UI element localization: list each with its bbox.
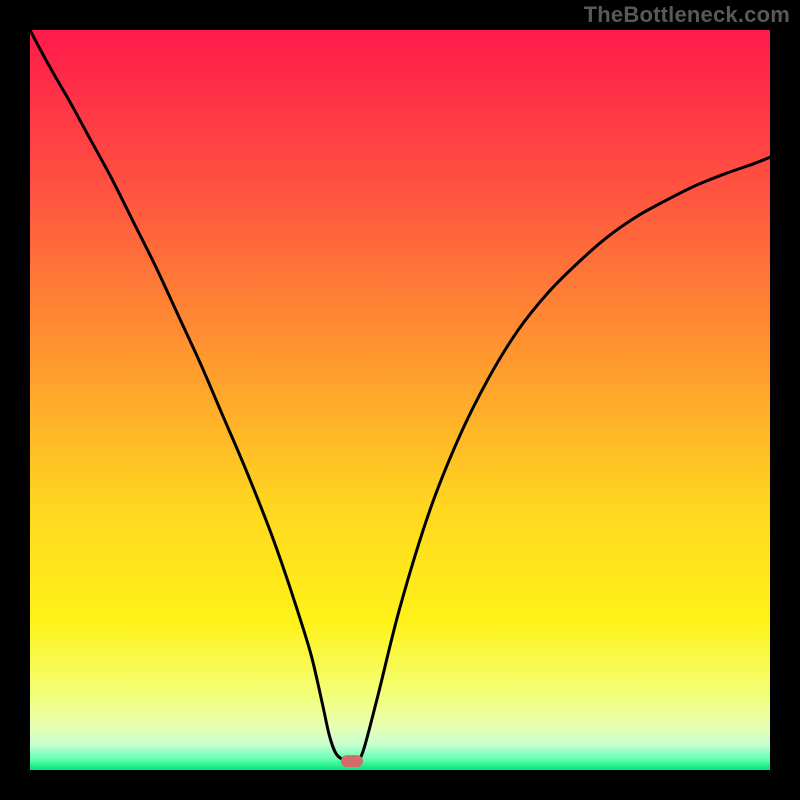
plot-area: [30, 30, 770, 770]
watermark-text: TheBottleneck.com: [584, 2, 790, 28]
chart-frame: TheBottleneck.com: [0, 0, 800, 800]
optimum-marker: [30, 30, 770, 770]
